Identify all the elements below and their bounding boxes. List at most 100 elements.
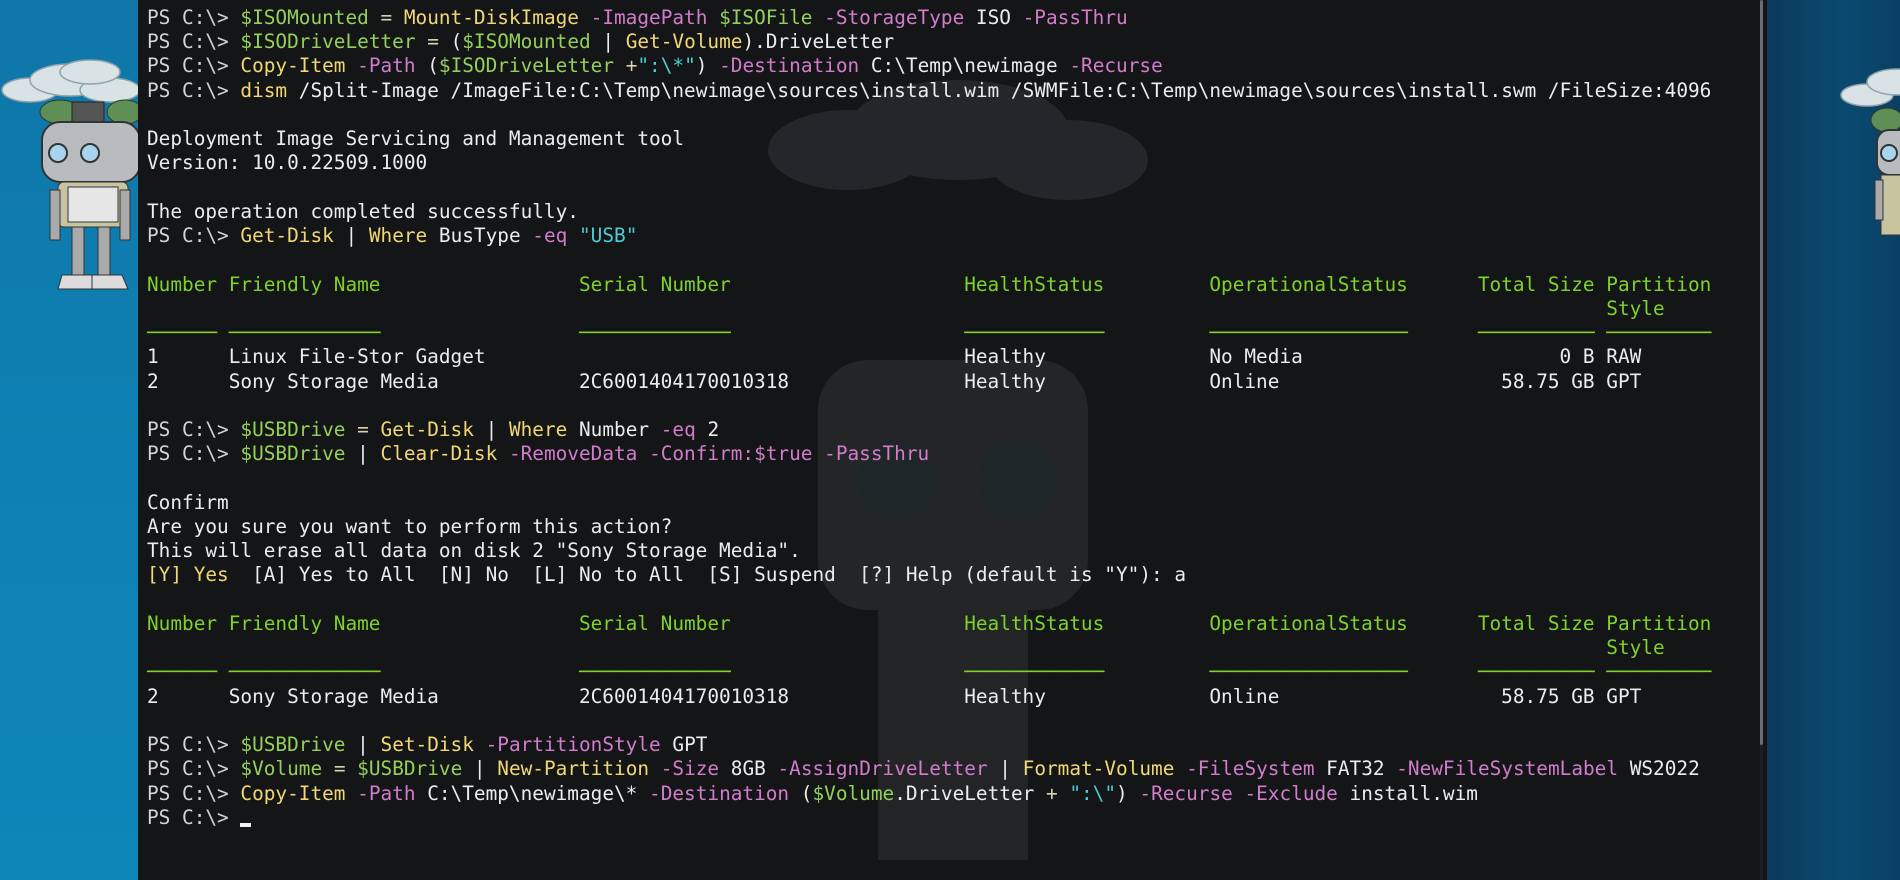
table-cell: 1 — [147, 345, 159, 369]
text-token: /Split-Image /ImageFile:C:\Temp\newimage… — [287, 78, 1712, 102]
parameter-token: -Path — [345, 54, 416, 78]
table-header-underline: ────── ───────────── ───────────── ────────… — [147, 321, 1711, 345]
prompt-token: PS C:\> — [147, 6, 241, 29]
table-cell: Healthy — [964, 369, 1046, 393]
robot-wallpaper-illustration — [1, 59, 140, 290]
parameter-token: -PartitionStyle — [473, 733, 661, 757]
cmdlet-token: Clear-Disk — [380, 442, 498, 466]
text-token: This will erase all data on disk 2 "Sony… — [147, 539, 801, 563]
prompt-token: PS C:\> — [147, 757, 241, 781]
terminal-line: Confirm — [147, 491, 1711, 515]
column-header: HealthStatus — [964, 272, 1105, 296]
prompt-token: PS C:\> — [147, 733, 241, 757]
parameter-token: -Recurse -Exclude — [1127, 781, 1338, 805]
column-header: Partition — [1606, 272, 1712, 296]
column-header: Friendly Name — [228, 611, 381, 635]
terminal-scrollbar[interactable] — [1760, 0, 1763, 880]
terminal-line: [Y] Yes [A] Yes to All [N] No [L] No to … — [147, 563, 1711, 587]
terminal-line: PS C:\> $Volume = $USBDrive | New-Partit… — [147, 757, 1711, 781]
text-token: FAT32 — [1314, 757, 1385, 781]
terminal-line: PS C:\> Get-Disk | Where BusType -eq "US… — [147, 224, 1711, 248]
cmdlet-token: Mount-DiskImage — [403, 6, 579, 29]
column-header: HealthStatus — [964, 611, 1105, 635]
variable-token: $ISODriveLetter — [240, 30, 416, 54]
prompt-token: PS C:\> — [147, 805, 241, 829]
table-cell: Healthy — [964, 684, 1046, 708]
text-token: | — [333, 224, 369, 248]
table-header-row: Number Friendly Name Serial Number HealthSt… — [147, 612, 1711, 636]
terminal-line: PS C:\> Copy-Item -Path ($ISODriveLetter… — [147, 54, 1711, 78]
string-token: "USB" — [567, 224, 638, 248]
cmdlet-token: Copy-Item — [240, 54, 346, 78]
cmdlet-token: Get-Volume — [625, 30, 743, 54]
powershell-terminal-window[interactable]: PS C:\> $ISOMounted = Mount-DiskImage -I… — [138, 0, 1767, 880]
column-header: Serial Number — [578, 272, 731, 296]
table-cell: 0 B — [1559, 345, 1595, 369]
terminal-line: PS C:\> $ISODriveLetter = ($ISOMounted |… — [147, 30, 1711, 54]
cmdlet-token: Get-Disk — [380, 417, 474, 441]
text-token: Version: 10.0.22509.1000 — [147, 151, 428, 175]
text-token: ) — [695, 54, 708, 78]
text-token: C:\Temp\newimage\* — [415, 781, 638, 805]
text-token: WS2022 — [1618, 757, 1700, 781]
text-token: ) — [1116, 781, 1128, 805]
column-header: Partition — [1606, 611, 1712, 635]
text-token: Number — [567, 417, 650, 441]
prompt-token: PS C:\> — [147, 781, 241, 805]
variable-token: $USBDrive — [240, 442, 346, 466]
cmdlet-token: New-Partition — [497, 757, 650, 781]
variable-token: $USBDrive — [240, 417, 346, 441]
column-underline: ───────── — [1606, 321, 1712, 345]
variable-token: $Volume — [812, 781, 895, 805]
table-header-row: Style — [147, 297, 1711, 321]
text-cursor[interactable] — [240, 822, 252, 827]
table-cell: Sony Storage Media — [228, 684, 439, 708]
column-header: Style — [1606, 636, 1665, 660]
table-cell: 2C6001404170010318 — [578, 369, 790, 393]
prompt-token: PS C:\> — [147, 30, 241, 54]
scrollbar-thumb[interactable] — [1760, 0, 1763, 745]
parameter-token: -AssignDriveLetter — [765, 757, 988, 781]
cmdlet-token: Set-Disk — [380, 733, 474, 757]
prompt-token: PS C:\> — [147, 54, 241, 78]
column-header: Serial Number — [578, 611, 731, 635]
table-header-row: Number Friendly Name Serial Number HealthSt… — [147, 273, 1711, 297]
variable-token: $Volume — [240, 757, 323, 781]
cmdlet-token: Get-Disk — [240, 224, 334, 248]
parameter-token: -eq — [520, 224, 568, 248]
column-header: Friendly Name — [228, 272, 381, 296]
desktop-wallpaper-right — [1767, 0, 1900, 880]
column-header: Number — [147, 272, 218, 296]
parameter-token: -NewFileSystemLabel — [1384, 757, 1619, 781]
string-token: ":\" — [1069, 781, 1117, 805]
table-header-row: Style — [147, 636, 1711, 660]
column-underline: ───────────────── — [1209, 660, 1408, 684]
prompt-token: PS C:\> — [147, 442, 241, 466]
parameter-token: -PassThru — [1010, 6, 1128, 29]
table-cell: No Media — [1209, 345, 1303, 369]
operator-token: + — [1034, 781, 1070, 805]
column-underline: ────── — [147, 660, 218, 684]
parameter-token: -StorageType — [812, 6, 965, 29]
column-header: OperationalStatus — [1209, 611, 1408, 635]
parameter-token: -Destination — [707, 54, 860, 78]
variable-token: $ISODriveLetter — [438, 54, 615, 78]
table-cell: 2 — [147, 369, 159, 393]
terminal-line: PS C:\> dism /Split-Image /ImageFile:C:\… — [147, 79, 1711, 103]
column-header: Total Size — [1477, 611, 1595, 635]
terminal-line: The operation completed successfully. — [147, 200, 1711, 224]
terminal-output: PS C:\> $ISOMounted = Mount-DiskImage -I… — [147, 6, 1711, 830]
column-underline: ──────────── — [964, 660, 1105, 684]
text-token: C:\Temp\newimage — [859, 54, 1058, 78]
column-header: Total Size — [1477, 272, 1595, 296]
table-row: 2 Sony Storage Media 2C6001404170010318 Hea… — [147, 685, 1711, 709]
desktop-wallpaper-left — [0, 0, 140, 880]
terminal-line: PS C:\> $USBDrive = Get-Disk | Where Num… — [147, 418, 1711, 442]
text-token: ISO — [964, 6, 1011, 29]
string-token: ":\*" — [637, 54, 696, 78]
terminal-line: Version: 10.0.22509.1000 — [147, 151, 1711, 175]
